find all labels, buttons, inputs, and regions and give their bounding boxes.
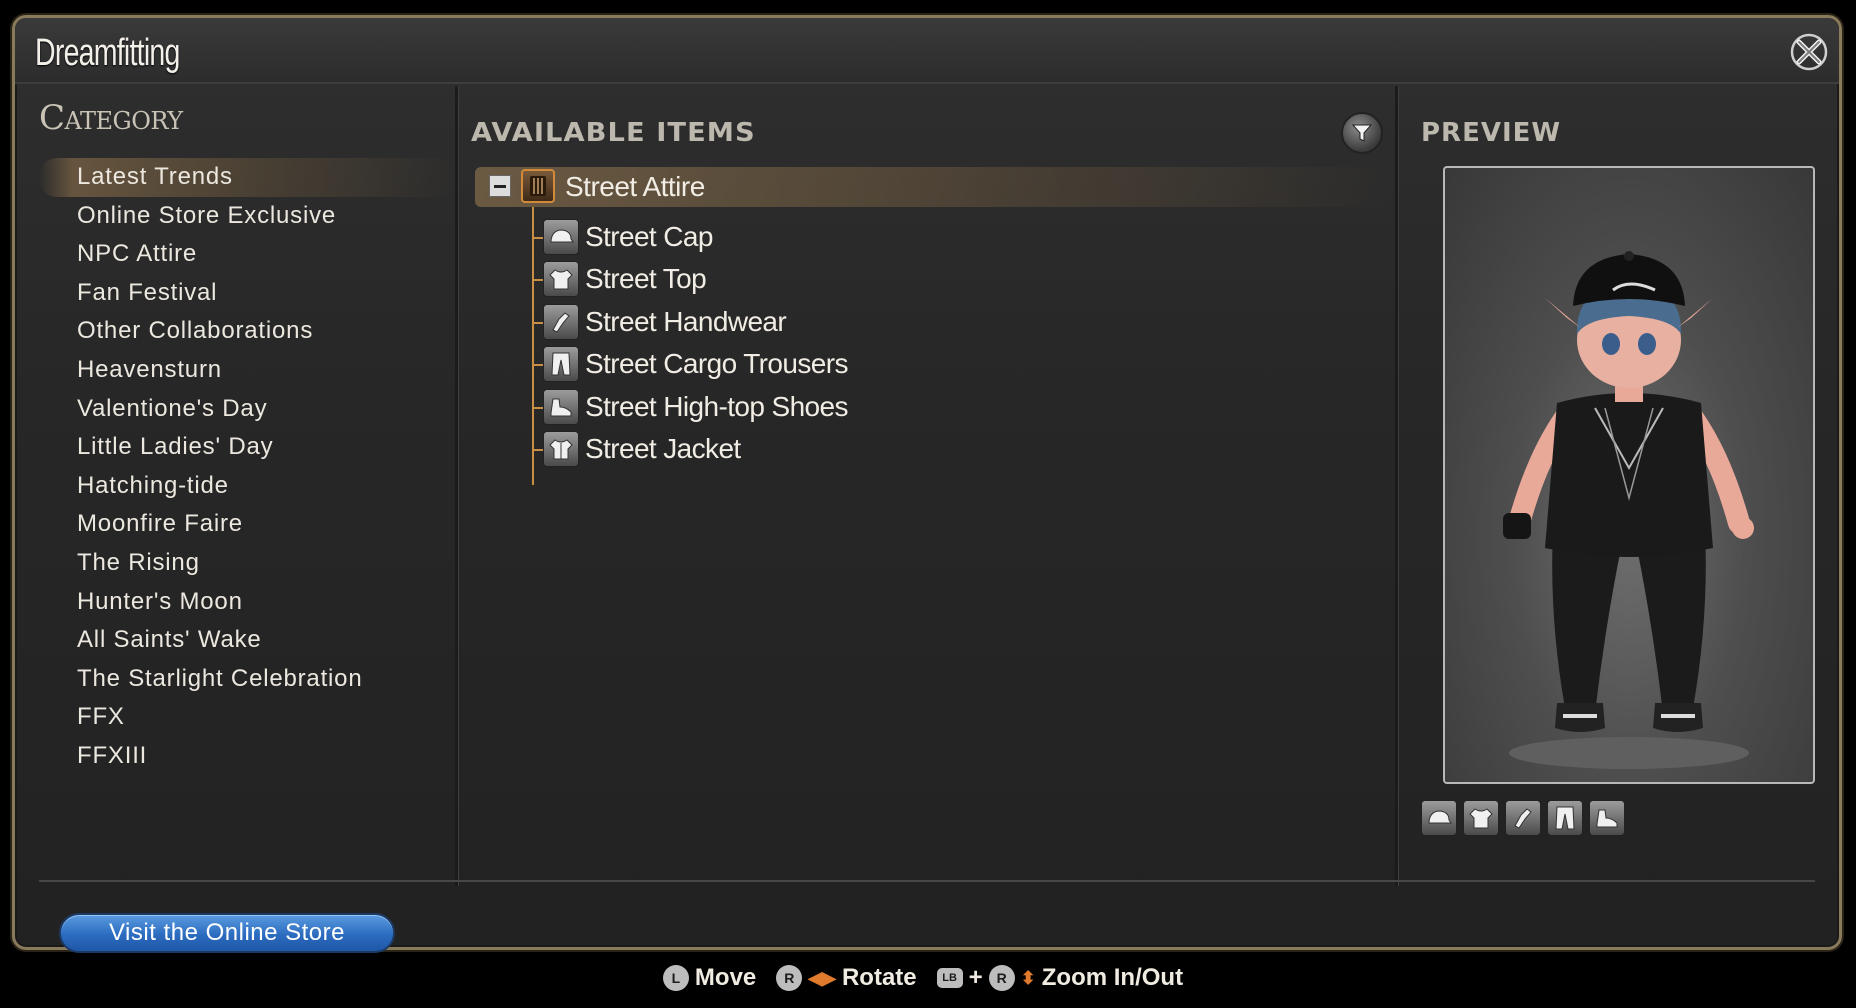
- category-item[interactable]: Little Ladies' Day: [39, 428, 459, 467]
- available-items-heading: AVAILABLE ITEMS: [471, 118, 756, 148]
- character-preview[interactable]: [1443, 166, 1815, 784]
- move-label: Move: [694, 964, 757, 991]
- item-row[interactable]: Street Handwear: [533, 300, 1033, 344]
- category-item[interactable]: The Starlight Celebration: [39, 660, 459, 699]
- equipped-gear-icons: [1421, 800, 1625, 836]
- item-set-label: Street Attire: [565, 171, 705, 202]
- glove-icon[interactable]: [1505, 800, 1541, 836]
- plus-sign: +: [968, 964, 983, 991]
- zoom-hint: LB + R ⬍ Zoom In/Out: [936, 964, 1184, 992]
- tree-branch: [533, 321, 543, 324]
- cap-icon[interactable]: [1421, 800, 1457, 836]
- dreamfitting-window: Dreamfitting Category Latest Trends Onlin…: [12, 15, 1842, 953]
- attire-set-icon: [521, 169, 555, 203]
- category-item[interactable]: NPC Attire: [39, 235, 459, 274]
- tree-branch: [533, 237, 543, 239]
- item-row[interactable]: Street Cargo Trousers: [533, 342, 1033, 386]
- category-item[interactable]: Online Store Exclusive: [39, 197, 459, 236]
- filter-button[interactable]: [1341, 112, 1383, 154]
- cap-icon: [543, 219, 579, 255]
- lb-button-icon: LB: [936, 968, 963, 988]
- category-list: Latest Trends Online Store Exclusive NPC A…: [39, 158, 459, 776]
- tree-branch: [533, 279, 543, 282]
- shoes-icon: [543, 388, 579, 425]
- right-stick-icon: R: [988, 965, 1015, 991]
- rotate-label: Rotate: [841, 964, 917, 991]
- window-title: Dreamfitting: [35, 32, 180, 74]
- category-heading: Category: [39, 98, 183, 138]
- category-item[interactable]: Moonfire Faire: [39, 505, 459, 544]
- category-item[interactable]: All Saints' Wake: [39, 621, 459, 660]
- title-bar: Dreamfitting: [15, 18, 1839, 84]
- left-right-arrows-icon: ◀▶: [808, 967, 836, 988]
- item-label: Street Top: [585, 263, 707, 295]
- category-item[interactable]: Valentione's Day: [39, 390, 459, 429]
- item-label: Street Handwear: [585, 305, 787, 337]
- category-item[interactable]: Latest Trends: [39, 158, 459, 197]
- rotate-hint: R ◀▶ Rotate: [776, 964, 917, 992]
- item-label: Street Cargo Trousers: [585, 348, 848, 380]
- item-row[interactable]: Street High-top Shoes: [533, 385, 1033, 429]
- left-stick-icon: L: [662, 965, 689, 991]
- trousers-icon[interactable]: [1547, 800, 1583, 836]
- right-stick-icon: R: [776, 965, 803, 991]
- shoes-icon[interactable]: [1589, 800, 1625, 836]
- collapse-toggle[interactable]: [489, 175, 511, 197]
- preview-heading: PREVIEW: [1421, 118, 1562, 148]
- top-icon[interactable]: [1463, 800, 1499, 836]
- glove-icon: [543, 303, 579, 340]
- item-row[interactable]: Street Jacket: [533, 427, 1033, 471]
- item-label: Street Jacket: [585, 433, 741, 464]
- category-item[interactable]: Hatching-tide: [39, 467, 459, 506]
- category-item[interactable]: FFXIII: [39, 737, 459, 776]
- item-label: Street Cap: [585, 221, 713, 252]
- top-icon: [543, 261, 579, 298]
- item-row[interactable]: Street Cap: [533, 215, 1033, 259]
- category-item[interactable]: The Rising: [39, 544, 459, 583]
- jacket-icon: [543, 431, 579, 467]
- close-button[interactable]: [1787, 30, 1831, 74]
- category-item[interactable]: Other Collaborations: [39, 312, 459, 351]
- move-hint: L Move: [662, 964, 757, 992]
- tree-branch: [533, 449, 543, 451]
- category-item[interactable]: Fan Festival: [39, 274, 459, 313]
- visit-online-store-button[interactable]: Visit the Online Store: [59, 913, 395, 953]
- filter-icon: [1351, 124, 1373, 142]
- item-row[interactable]: Street Top: [533, 257, 1033, 301]
- item-set-street-attire[interactable]: Street Attire: [475, 167, 1395, 207]
- category-item[interactable]: Heavensturn: [39, 351, 459, 390]
- item-label: Street High-top Shoes: [585, 390, 848, 422]
- tree-branch: [533, 406, 543, 409]
- footer-divider: [39, 880, 1815, 882]
- trousers-icon: [543, 346, 579, 383]
- zoom-label: Zoom In/Out: [1041, 964, 1184, 991]
- category-item[interactable]: Hunter's Moon: [39, 583, 459, 622]
- character-model: [1503, 251, 1754, 769]
- category-item[interactable]: FFX: [39, 698, 459, 737]
- preview-divider: [1395, 86, 1399, 886]
- tree-branch: [533, 364, 543, 367]
- control-hints: L Move R ◀▶ Rotate LB + R ⬍ Zoom In/Out: [0, 958, 1856, 998]
- up-down-arrows-icon: ⬍: [1020, 967, 1036, 988]
- close-icon: [1790, 33, 1828, 71]
